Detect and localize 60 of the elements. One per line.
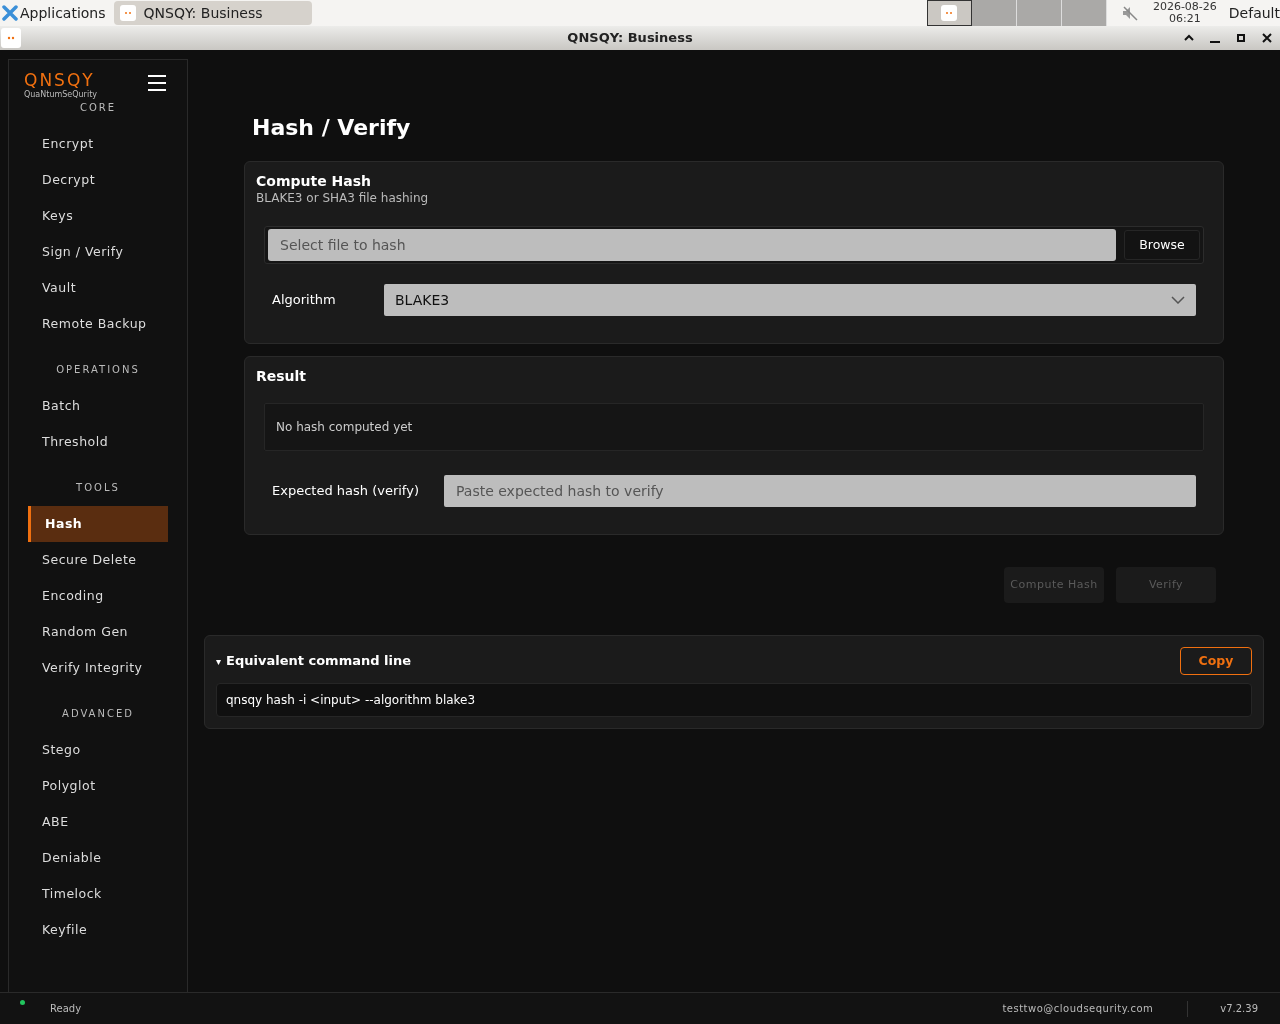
sidebar-item[interactable]: Sign / Verify: [28, 234, 168, 270]
expected-hash-field[interactable]: Paste expected hash to verify: [444, 475, 1196, 507]
workspace-button[interactable]: [926, 0, 972, 26]
file-path-field[interactable]: Select file to hash: [268, 229, 1116, 261]
sidebar-item[interactable]: Encrypt: [28, 126, 168, 162]
close-button[interactable]: [1262, 33, 1272, 43]
app-icon: [1, 28, 21, 48]
page-title: Hash / Verify: [252, 114, 411, 142]
sidebar-item[interactable]: Keyfile: [28, 912, 168, 948]
command-text: qnsqy hash -i <input> --algorithm blake3: [226, 692, 476, 709]
maximize-button[interactable]: [1237, 34, 1245, 42]
section-heading: CORE: [78, 101, 118, 115]
tagline: QuaNtumSeQurity: [24, 90, 97, 100]
sidebar-item[interactable]: ABE: [28, 804, 168, 840]
sidebar-item[interactable]: Keys: [28, 198, 168, 234]
sidebar-item[interactable]: Secure Delete: [28, 542, 168, 578]
shade-button[interactable]: [1184, 34, 1194, 41]
window-title: QNSQY: Business: [566, 29, 694, 48]
sidebar-item[interactable]: Threshold: [28, 424, 168, 460]
field-label: Algorithm: [272, 291, 337, 310]
sidebar-item[interactable]: Vault: [28, 270, 168, 306]
sidebar-item[interactable]: Stego: [28, 732, 168, 768]
sidebar-item[interactable]: Verify Integrity: [28, 650, 168, 686]
card-title: Compute Hash: [256, 172, 371, 190]
field-label: Expected hash (verify): [272, 482, 420, 501]
copy-button[interactable]: Copy: [1180, 647, 1252, 675]
keyboard-layout[interactable]: Default: [1228, 2, 1280, 24]
result-text: No hash computed yet: [276, 419, 413, 436]
section-heading: OPERATIONS: [55, 363, 141, 377]
algorithm-dropdown[interactable]: BLAKE3: [384, 284, 1196, 316]
version-label: v7.2.39: [1220, 1002, 1258, 1016]
sidebar-item[interactable]: Batch: [28, 388, 168, 424]
card-subtitle: BLAKE3 or SHA3 file hashing: [256, 190, 429, 206]
status-text: Ready: [50, 1002, 82, 1016]
user-email: testtwo@cloudsequrity.com: [1002, 1002, 1154, 1016]
browse-button[interactable]: Browse: [1124, 230, 1200, 260]
sidebar-item[interactable]: Hash: [28, 506, 168, 542]
sidebar-item[interactable]: Timelock: [28, 876, 168, 912]
chevron-down-icon: [1171, 296, 1185, 304]
app-icon: [941, 5, 958, 21]
clock-time: 06:21: [1169, 13, 1201, 25]
applications-menu[interactable]: Applications: [0, 0, 106, 26]
minimize-button[interactable]: [1209, 41, 1221, 43]
logo: QNSQY: [24, 70, 96, 90]
section-heading: ADVANCED: [61, 707, 135, 721]
sidebar-item[interactable]: Polyglot: [28, 768, 168, 804]
sidebar-item[interactable]: Random Gen: [28, 614, 168, 650]
menu-icon[interactable]: [147, 74, 167, 92]
muted-speaker-icon[interactable]: [1120, 4, 1139, 22]
cross-icon: [2, 5, 18, 21]
sidebar-item[interactable]: Deniable: [28, 840, 168, 876]
clock-date: 2026-08-26: [1152, 1, 1217, 13]
card-title: Result: [256, 367, 307, 385]
app-icon: [119, 5, 136, 21]
command-line-toggle[interactable]: ▾ Equivalent command line: [216, 651, 411, 671]
section-heading: TOOLS: [75, 481, 121, 495]
sidebar-item[interactable]: Encoding: [28, 578, 168, 614]
sidebar-item[interactable]: Decrypt: [28, 162, 168, 198]
sidebar-item[interactable]: Remote Backup: [28, 306, 168, 342]
window-button[interactable]: QNSQY: Business: [113, 1, 312, 25]
